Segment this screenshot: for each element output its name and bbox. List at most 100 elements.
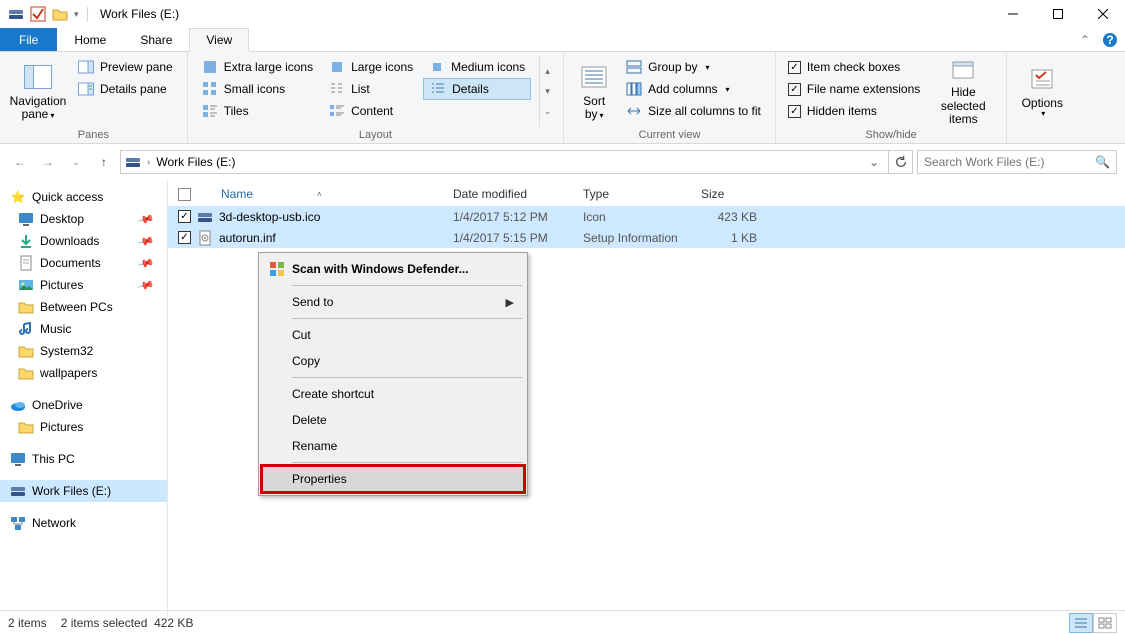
size-columns-icon	[626, 103, 642, 119]
sort-icon	[578, 61, 610, 93]
status-bar: 2 items 2 items selected 422 KB	[0, 610, 1125, 634]
breadcrumb-item[interactable]: Work Files (E:)	[156, 155, 235, 169]
tree-network[interactable]: Network	[0, 512, 167, 534]
options-button[interactable]: Options▾	[1015, 56, 1069, 126]
ctx-delete[interactable]: Delete	[262, 407, 524, 433]
help-button[interactable]: ?	[1095, 28, 1125, 51]
item-checkboxes-toggle[interactable]: ✓Item check boxes	[784, 56, 924, 78]
tree-pictures[interactable]: Pictures📌	[0, 274, 167, 296]
group-label-panes: Panes	[8, 127, 179, 141]
tab-view[interactable]: View	[189, 28, 249, 52]
column-date[interactable]: Date modified	[445, 187, 575, 201]
add-columns-button[interactable]: Add columns▾	[620, 78, 767, 100]
tree-this-pc[interactable]: This PC	[0, 448, 167, 470]
ctx-scan-defender[interactable]: Scan with Windows Defender...	[262, 256, 524, 282]
this-pc-icon	[10, 451, 26, 467]
preview-pane-button[interactable]: Preview pane	[72, 56, 179, 78]
thumbnails-view-button[interactable]	[1093, 613, 1117, 633]
file-row[interactable]: ✓ 3d-desktop-usb.ico 1/4/2017 5:12 PM Ic…	[168, 206, 1125, 227]
tree-work-files-drive[interactable]: Work Files (E:)	[0, 480, 167, 502]
tab-home[interactable]: Home	[57, 28, 123, 51]
maximize-button[interactable]	[1035, 0, 1080, 28]
file-date: 1/4/2017 5:15 PM	[445, 231, 575, 245]
file-extensions-toggle[interactable]: ✓File name extensions	[784, 78, 924, 100]
forward-button[interactable]: →	[36, 150, 60, 174]
pictures-icon	[18, 277, 34, 293]
details-pane-icon	[78, 81, 94, 97]
refresh-button[interactable]	[889, 150, 913, 174]
column-size[interactable]: Size	[693, 187, 765, 201]
ctx-copy[interactable]: Copy	[262, 348, 524, 374]
ribbon-tabs: File Home Share View ⌃ ?	[0, 28, 1125, 52]
file-size: 1 KB	[693, 231, 765, 245]
tree-quick-access[interactable]: ⭐Quick access	[0, 186, 167, 208]
search-box[interactable]: 🔍	[917, 150, 1117, 174]
layout-details[interactable]: Details	[423, 78, 531, 100]
ctx-rename[interactable]: Rename	[262, 433, 524, 459]
ctx-properties[interactable]: Properties	[262, 466, 524, 492]
file-row[interactable]: ✓ autorun.inf 1/4/2017 5:15 PM Setup Inf…	[168, 227, 1125, 248]
ctx-send-to[interactable]: Send to▶	[262, 289, 524, 315]
details-view-button[interactable]	[1069, 613, 1093, 633]
tab-share[interactable]: Share	[123, 28, 189, 51]
qat-checkbox-icon[interactable]	[30, 6, 46, 22]
group-by-button[interactable]: Group by▾	[620, 56, 767, 78]
qat-dropdown[interactable]: ▾	[74, 9, 79, 20]
pin-icon: 📌	[137, 232, 155, 250]
details-pane-button[interactable]: Details pane	[72, 78, 179, 100]
ctx-create-shortcut[interactable]: Create shortcut	[262, 381, 524, 407]
layout-tiles[interactable]: Tiles	[196, 100, 319, 122]
folder-icon[interactable]	[52, 6, 68, 22]
drive-icon	[125, 154, 141, 170]
layout-small[interactable]: Small icons	[196, 78, 319, 100]
collapse-ribbon-button[interactable]: ⌃	[1075, 28, 1095, 51]
tree-desktop[interactable]: Desktop📌	[0, 208, 167, 230]
recent-dropdown[interactable]: ⌄	[64, 150, 88, 174]
tree-wallpapers[interactable]: wallpapers	[0, 362, 167, 384]
layout-large[interactable]: Large icons	[323, 56, 419, 78]
layout-content[interactable]: Content	[323, 100, 419, 122]
lg-icons-icon	[329, 59, 345, 75]
column-name[interactable]: Name˄	[197, 187, 445, 201]
ribbon: Navigationpane▾ Preview pane Details pan…	[0, 52, 1125, 144]
tree-system32[interactable]: System32	[0, 340, 167, 362]
defender-icon	[268, 260, 286, 278]
context-menu: Scan with Windows Defender... Send to▶ C…	[258, 252, 528, 496]
tree-music[interactable]: Music	[0, 318, 167, 340]
ctx-cut[interactable]: Cut	[262, 322, 524, 348]
row-checkbox[interactable]: ✓	[178, 231, 191, 244]
layout-medium[interactable]: Medium icons	[423, 56, 531, 78]
size-columns-button[interactable]: Size all columns to fit	[620, 100, 767, 122]
select-all-checkbox[interactable]	[178, 188, 191, 201]
hide-selected-button[interactable]: Hide selecteditems	[928, 56, 998, 126]
file-size: 423 KB	[693, 210, 765, 224]
search-input[interactable]	[924, 155, 1095, 169]
tree-downloads[interactable]: Downloads📌	[0, 230, 167, 252]
address-history-dropdown[interactable]: ⌄	[864, 155, 884, 169]
documents-icon	[18, 255, 34, 271]
navigation-pane-button[interactable]: Navigationpane▾	[8, 56, 68, 126]
tree-between-pcs[interactable]: Between PCs	[0, 296, 167, 318]
ribbon-group-current-view: Sortby▾ Group by▾ Add columns▾ Size all …	[564, 52, 776, 143]
layout-extra-large[interactable]: Extra large icons	[196, 56, 319, 78]
sort-by-button[interactable]: Sortby▾	[572, 56, 616, 126]
tree-onedrive[interactable]: OneDrive	[0, 394, 167, 416]
hidden-items-toggle[interactable]: ✓Hidden items	[784, 100, 924, 122]
tab-file[interactable]: File	[0, 28, 57, 51]
details-icon	[430, 81, 446, 97]
inf-file-icon	[197, 230, 213, 246]
layout-list[interactable]: List	[323, 78, 419, 100]
close-button[interactable]	[1080, 0, 1125, 28]
group-label-show-hide: Show/hide	[784, 127, 998, 141]
back-button[interactable]: ←	[8, 150, 32, 174]
layout-scroll[interactable]: ▴▾⌄	[539, 56, 555, 127]
minimize-button[interactable]	[990, 0, 1035, 28]
tree-onedrive-pictures[interactable]: Pictures	[0, 416, 167, 438]
breadcrumb[interactable]: › Work Files (E:) ⌄	[120, 150, 889, 174]
row-checkbox[interactable]: ✓	[178, 210, 191, 223]
navigation-tree[interactable]: ⭐Quick access Desktop📌 Downloads📌 Docume…	[0, 180, 168, 616]
column-type[interactable]: Type	[575, 187, 693, 201]
status-selection: 2 items selected 422 KB	[61, 616, 194, 630]
tree-documents[interactable]: Documents📌	[0, 252, 167, 274]
up-button[interactable]: ↑	[92, 150, 116, 174]
